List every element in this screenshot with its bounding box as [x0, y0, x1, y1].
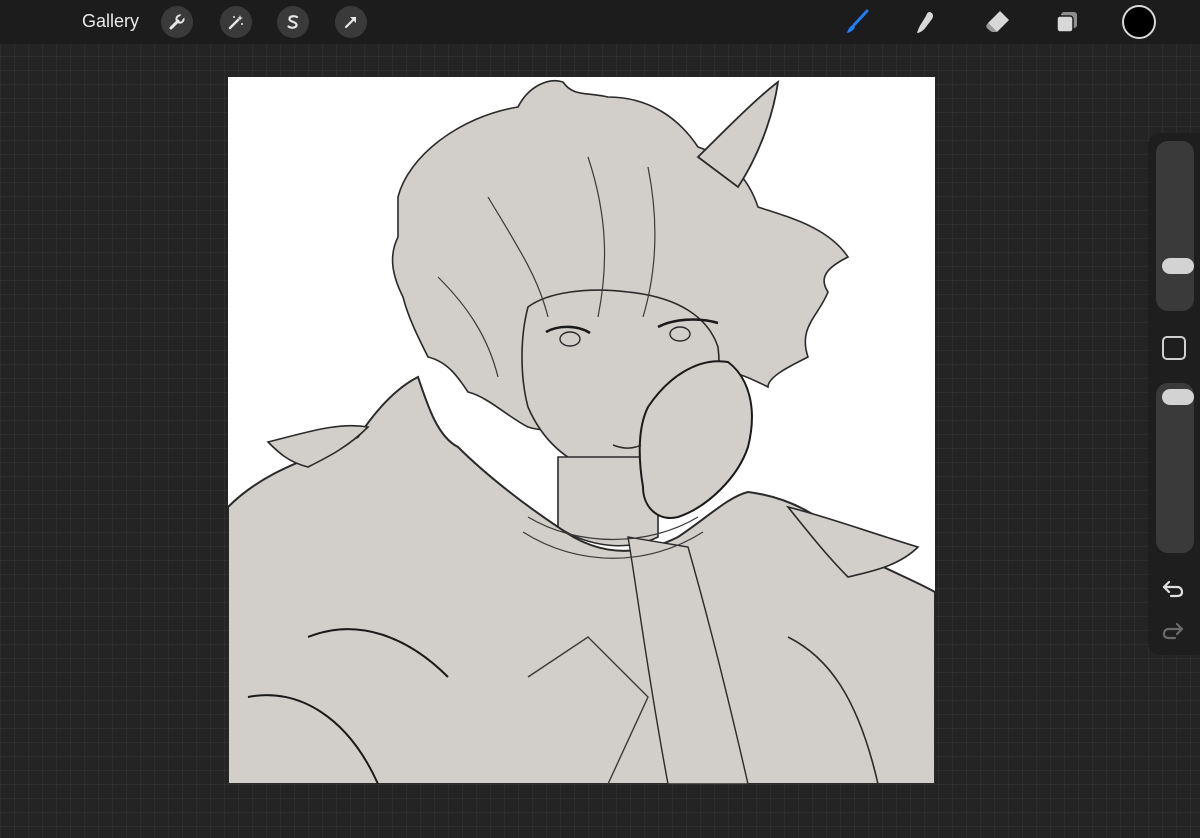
- actions-button[interactable]: [161, 6, 193, 38]
- sketch-artwork: [228, 79, 935, 784]
- wrench-icon: [169, 14, 185, 30]
- adjustments-button[interactable]: [220, 6, 252, 38]
- redo-arrow-icon: [1162, 622, 1184, 640]
- brush-size-slider[interactable]: [1156, 141, 1194, 311]
- selection-button[interactable]: [277, 6, 309, 38]
- modify-button[interactable]: [1162, 336, 1186, 360]
- smudge-finger-icon: [917, 12, 934, 33]
- brush-icon: [847, 9, 869, 33]
- transform-button[interactable]: [335, 6, 367, 38]
- color-picker-button[interactable]: [1122, 5, 1156, 39]
- brush-opacity-thumb[interactable]: [1162, 389, 1194, 405]
- eraser-icon: [986, 11, 1009, 32]
- brush-size-thumb[interactable]: [1162, 258, 1194, 274]
- undo-arrow-icon: [1162, 580, 1184, 598]
- magic-wand-icon: [228, 15, 243, 30]
- brush-opacity-slider[interactable]: [1156, 383, 1194, 553]
- gallery-button[interactable]: Gallery: [82, 11, 139, 32]
- smudge-tool-button[interactable]: [908, 6, 942, 38]
- brush-sidebar: [1148, 133, 1200, 655]
- drawing-canvas[interactable]: [228, 77, 935, 784]
- brush-tool-button[interactable]: [840, 6, 874, 38]
- selection-s-icon: [287, 15, 299, 29]
- arrow-cursor-icon: [344, 16, 357, 29]
- layers-icon: [1056, 12, 1077, 33]
- top-toolbar: Gallery: [0, 0, 1200, 44]
- eraser-tool-button[interactable]: [980, 6, 1014, 38]
- redo-button[interactable]: [1160, 618, 1186, 642]
- undo-button[interactable]: [1160, 576, 1186, 600]
- layers-tool-button[interactable]: [1050, 6, 1084, 38]
